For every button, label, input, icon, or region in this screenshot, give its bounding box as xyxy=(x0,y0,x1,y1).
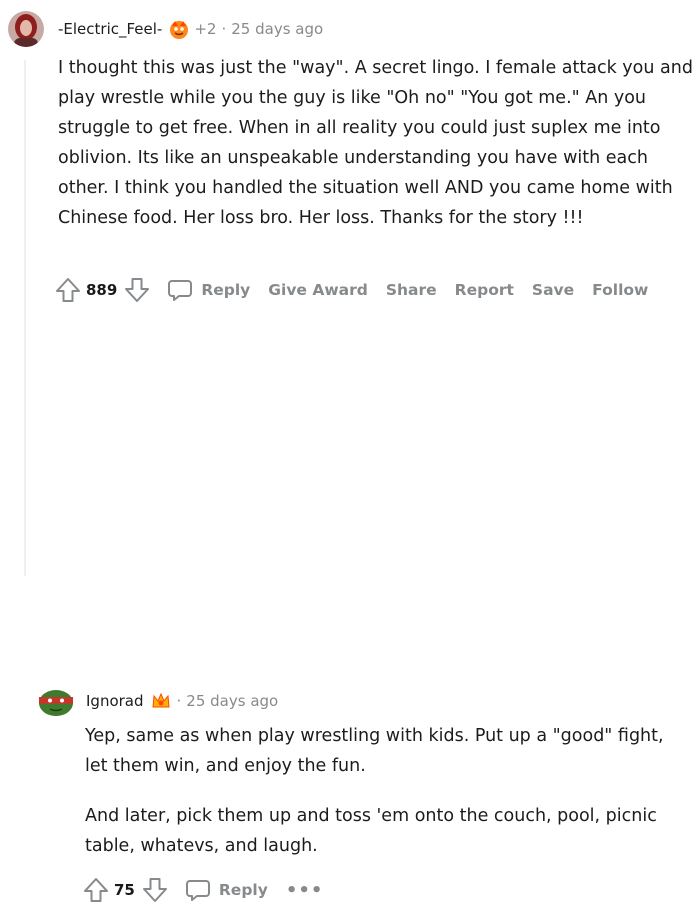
vote-score: 75 xyxy=(114,881,135,899)
save-button[interactable]: Save xyxy=(532,281,574,299)
timestamp[interactable]: 25 days ago xyxy=(186,692,278,710)
award-count: +2 xyxy=(194,20,217,38)
upvote-icon[interactable] xyxy=(54,276,82,304)
give-award-button[interactable]: Give Award xyxy=(268,281,368,299)
reply-button[interactable]: Reply xyxy=(185,877,268,903)
timestamp[interactable]: 25 days ago xyxy=(231,20,323,38)
comment-body: Yep, same as when play wrestling with ki… xyxy=(85,721,685,881)
award-icon[interactable] xyxy=(168,18,190,40)
comment-actions: 889 Reply Give Award Share Report Save F… xyxy=(54,276,648,304)
separator-dot: · xyxy=(176,692,182,710)
downvote-icon[interactable] xyxy=(123,276,151,304)
comment-header: -Electric_Feel- +2 · 25 days ago xyxy=(8,11,323,47)
more-options-icon[interactable]: ••• xyxy=(286,880,324,901)
upvote-icon[interactable] xyxy=(82,876,110,904)
downvote-icon[interactable] xyxy=(141,876,169,904)
vote-score: 889 xyxy=(86,281,118,299)
username[interactable]: -Electric_Feel- xyxy=(58,20,162,38)
follow-button[interactable]: Follow xyxy=(592,281,648,299)
comment-bubble-icon xyxy=(185,877,211,903)
comment-actions: 75 Reply ••• xyxy=(82,876,323,904)
avatar[interactable] xyxy=(36,681,76,721)
avatar[interactable] xyxy=(8,11,44,47)
comment-header: Ignorad · 25 days ago xyxy=(36,681,278,721)
reply-button[interactable]: Reply xyxy=(167,277,250,303)
comment-body: I thought this was just the "way". A sec… xyxy=(58,58,693,228)
report-button[interactable]: Report xyxy=(455,281,514,299)
comment-bubble-icon xyxy=(167,277,193,303)
comment-paragraph: And later, pick them up and toss 'em ont… xyxy=(85,806,657,856)
thread-line[interactable] xyxy=(24,60,26,576)
comment-paragraph: Yep, same as when play wrestling with ki… xyxy=(85,726,664,776)
share-button[interactable]: Share xyxy=(386,281,437,299)
award-icon[interactable] xyxy=(150,690,172,712)
username[interactable]: Ignorad xyxy=(86,692,144,710)
separator-dot: · xyxy=(221,20,227,38)
reply-label: Reply xyxy=(218,881,268,899)
reply-label: Reply xyxy=(201,281,251,299)
